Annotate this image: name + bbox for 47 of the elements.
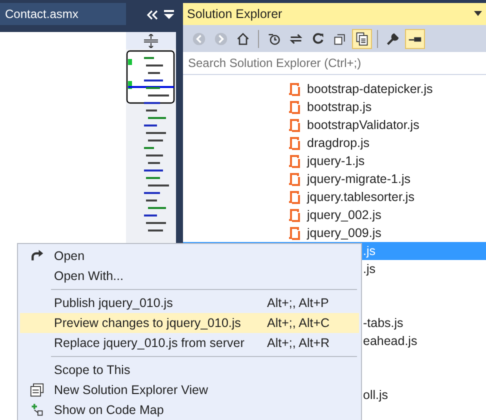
caret-icon[interactable] <box>474 11 482 17</box>
javascript-file-icon <box>288 82 300 96</box>
tree-item[interactable]: bootstrap-datepicker.js <box>183 80 486 98</box>
tree-item[interactable]: bootstrapValidator.js <box>183 116 486 134</box>
menu-item[interactable]: Replace jquery_010.js from server Alt+;, Alt+R <box>20 333 359 353</box>
clock-icon <box>267 32 281 46</box>
search-field[interactable]: Search Solution Explorer (Ctrl+;) <box>183 52 486 75</box>
back-icon <box>192 32 206 46</box>
split-icon[interactable] <box>144 34 158 48</box>
tree-item[interactable]: jquery.tablesorter.js <box>183 188 486 206</box>
menu-item[interactable]: New Solution Explorer View <box>20 380 359 400</box>
menu-item[interactable]: Open <box>20 246 359 266</box>
javascript-file-icon <box>288 208 300 222</box>
menu-item[interactable]: Preview changes to jquery_010.js Alt+;, Alt+C <box>20 313 359 333</box>
toolbar-button[interactable] <box>405 28 425 48</box>
files-icon <box>355 32 369 46</box>
forward-icon <box>214 32 228 46</box>
window-icon <box>30 383 44 397</box>
javascript-file-icon <box>288 190 300 204</box>
javascript-file-icon <box>288 154 300 168</box>
tree-item[interactable]: bootstrap.js <box>183 98 486 116</box>
refresh-icon <box>311 32 325 46</box>
double-chevron-icon[interactable] <box>146 10 158 20</box>
javascript-file-icon <box>288 118 300 132</box>
tree-item[interactable]: jquery_002.js <box>183 206 486 224</box>
tree-item[interactable]: jquery-1.js <box>183 152 486 170</box>
javascript-file-icon <box>288 226 300 240</box>
menu-item[interactable]: Scope to This <box>20 360 359 380</box>
document-tab[interactable]: Contact.asmx <box>0 3 126 25</box>
javascript-file-icon <box>288 172 300 186</box>
tree-item[interactable]: jquery_009.js <box>183 224 486 242</box>
code-map-icon <box>30 403 44 417</box>
javascript-file-icon <box>288 136 300 150</box>
wrench-icon <box>386 32 400 46</box>
menu-item[interactable]: Open With... <box>20 266 359 286</box>
home-icon <box>236 32 250 46</box>
javascript-file-icon <box>288 100 300 114</box>
collapse-all-icon <box>333 32 347 46</box>
tree-item[interactable]: jquery-migrate-1.js <box>183 170 486 188</box>
sync-icon <box>289 32 303 46</box>
redo-icon <box>30 249 44 263</box>
panel-title: Solution Explorer <box>187 7 282 21</box>
menu-item[interactable]: Publish jquery_010.js Alt+;, Alt+P <box>20 293 359 313</box>
toolbar-button[interactable] <box>352 28 372 48</box>
dropdown-icon[interactable] <box>164 10 174 20</box>
menu-item[interactable]: Show on Code Map <box>20 400 359 420</box>
tree-item[interactable]: dragdrop.js <box>183 134 486 152</box>
